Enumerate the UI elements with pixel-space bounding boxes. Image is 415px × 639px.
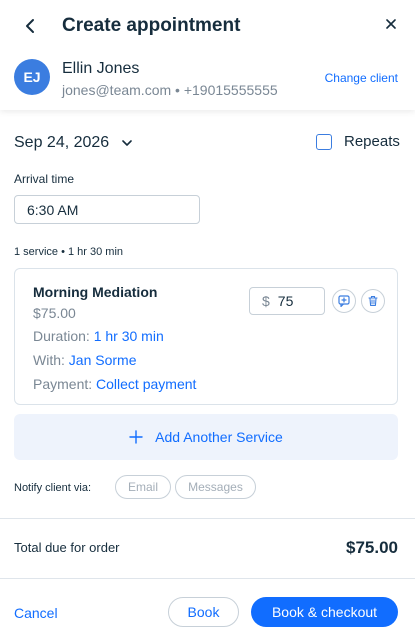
service-payment: Payment: Collect payment <box>33 375 196 393</box>
client-contact: jones@team.com • +19015555555 <box>62 82 278 98</box>
collect-payment-link[interactable]: Collect payment <box>96 376 196 392</box>
arrival-time-label: Arrival time <box>14 172 75 186</box>
payment-label: Payment: <box>33 376 93 392</box>
date-dropdown[interactable]: Sep 24, 2026 <box>14 133 133 153</box>
add-note-button[interactable] <box>332 289 356 313</box>
book-and-checkout-button[interactable]: Book & checkout <box>251 597 398 627</box>
duration-label: Duration: <box>33 328 90 344</box>
close-button[interactable] <box>381 14 401 34</box>
add-service-label: Add Another Service <box>155 429 283 445</box>
service-summary: 1 service • 1 hr 30 min <box>14 246 124 258</box>
service-name: Morning Mediation <box>33 284 158 300</box>
service-duration: Duration: 1 hr 30 min <box>33 327 164 345</box>
chevron-left-icon <box>26 19 34 33</box>
delete-service-button[interactable] <box>361 289 385 313</box>
price-field[interactable]: $ <box>249 287 325 315</box>
notify-email-chip[interactable]: Email <box>115 475 171 499</box>
total-label: Total due for order <box>14 540 120 555</box>
avatar: EJ <box>14 59 50 95</box>
cancel-button[interactable]: Cancel <box>14 604 58 622</box>
service-staff: With: Jan Sorme <box>33 351 136 369</box>
plus-icon <box>129 430 143 444</box>
change-client-link[interactable]: Change client <box>325 70 398 86</box>
divider <box>0 578 415 579</box>
header: Create appointment EJ Ellin Jones jones@… <box>0 0 415 110</box>
divider <box>0 518 415 519</box>
with-label: With: <box>33 352 65 368</box>
service-price: $75.00 <box>33 305 76 321</box>
currency-symbol: $ <box>262 293 270 309</box>
total-value: $75.00 <box>346 538 398 557</box>
repeats-checkbox[interactable]: Repeats <box>316 133 400 151</box>
price-input[interactable] <box>277 293 314 309</box>
chevron-down-icon <box>121 137 133 149</box>
repeats-label: Repeats <box>344 133 400 150</box>
page-title: Create appointment <box>62 15 241 36</box>
service-card: Morning Mediation $75.00 Duration: 1 hr … <box>14 268 398 405</box>
back-button[interactable] <box>18 14 42 38</box>
notify-messages-chip[interactable]: Messages <box>175 475 256 499</box>
staff-link[interactable]: Jan Sorme <box>69 352 137 368</box>
close-icon <box>386 19 396 29</box>
book-button[interactable]: Book <box>168 597 239 627</box>
checkbox[interactable] <box>316 134 332 150</box>
duration-link[interactable]: 1 hr 30 min <box>94 328 164 344</box>
arrival-time-input[interactable] <box>14 195 200 224</box>
add-note-icon <box>338 295 350 307</box>
add-another-service-button[interactable]: Add Another Service <box>14 414 398 460</box>
date-value: Sep 24, 2026 <box>14 134 110 151</box>
client-name: Ellin Jones <box>62 60 140 77</box>
notify-label: Notify client via: <box>14 482 92 494</box>
trash-icon <box>368 295 378 307</box>
